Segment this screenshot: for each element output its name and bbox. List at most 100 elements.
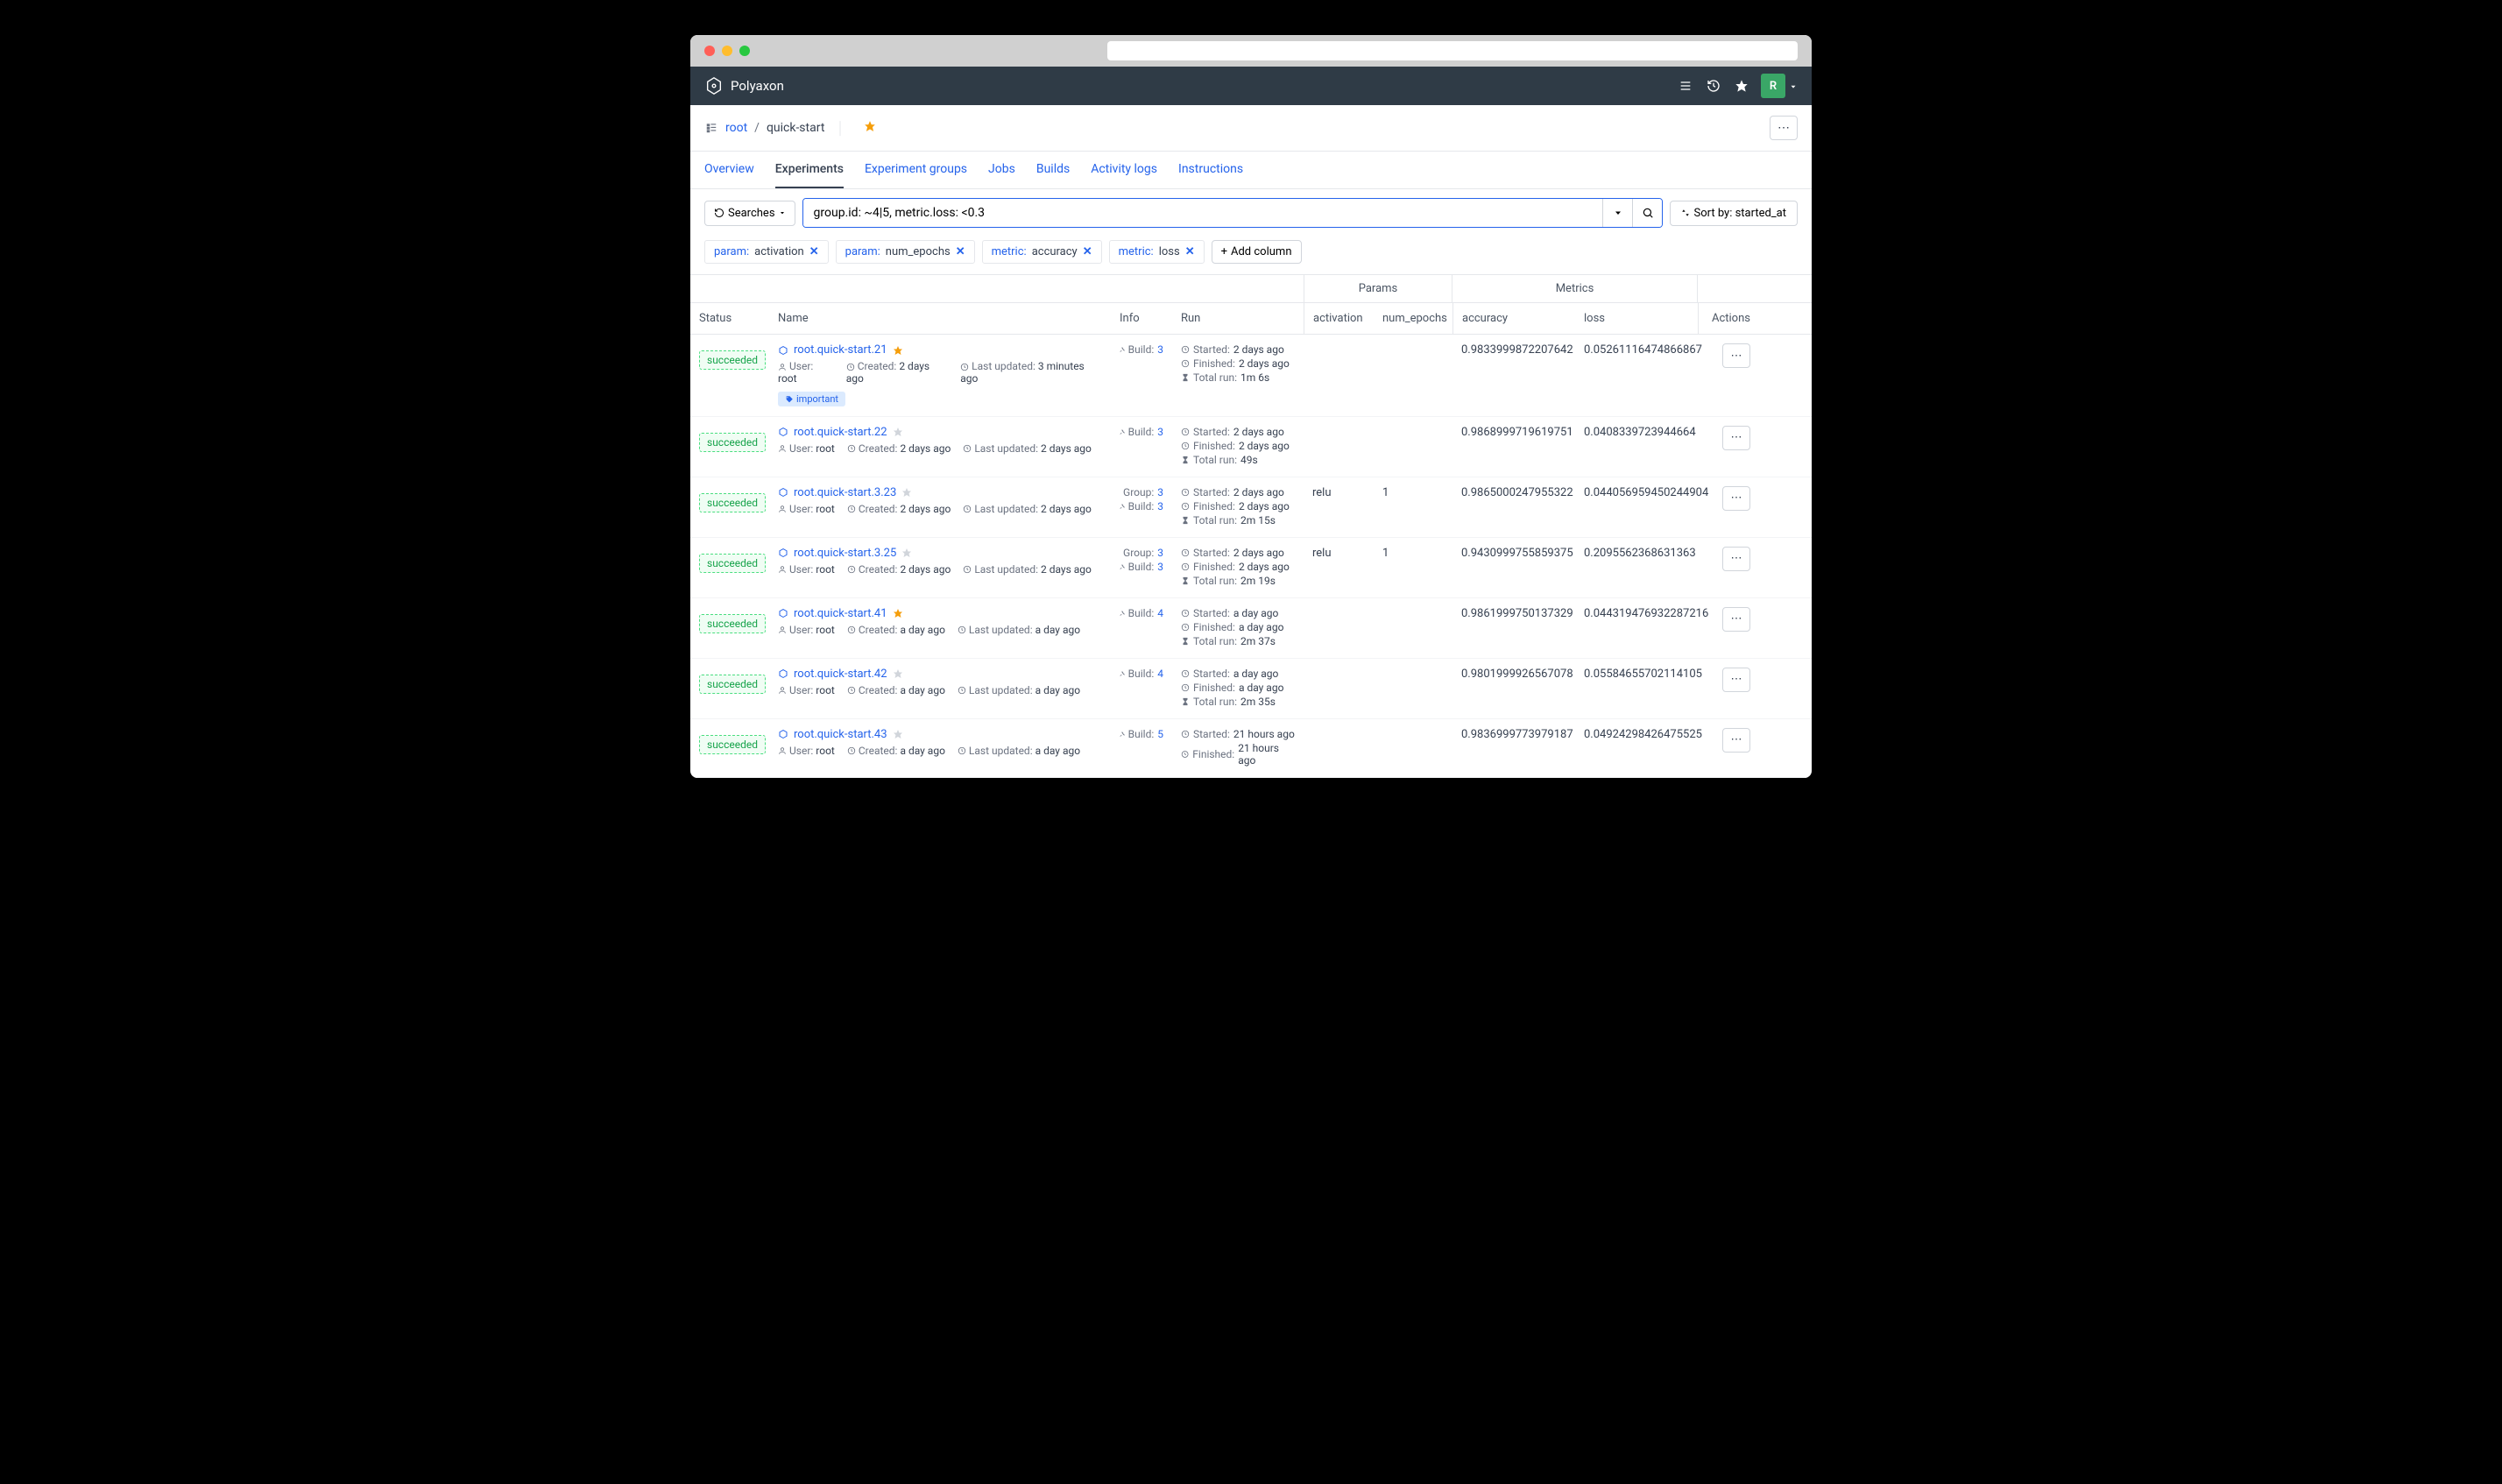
filter-remove-icon[interactable]: ✕ [809, 245, 819, 258]
star-icon[interactable] [901, 547, 912, 560]
col-run: Run [1172, 303, 1304, 334]
build-link[interactable]: 4 [1157, 668, 1163, 680]
filter-chips: param: activation ✕param: num_epochs ✕me… [690, 237, 1812, 274]
url-bar[interactable] [1107, 41, 1798, 60]
tab-experiment-groups[interactable]: Experiment groups [865, 152, 967, 188]
tab-activity-logs[interactable]: Activity logs [1091, 152, 1157, 188]
list-icon[interactable] [1672, 72, 1700, 100]
star-icon[interactable] [893, 607, 903, 620]
star-icon[interactable] [893, 668, 903, 681]
filter-key: param: [714, 245, 749, 258]
num-epochs-value [1374, 417, 1452, 435]
row-more-button[interactable]: ⋯ [1722, 486, 1750, 511]
total-run-value: 49s [1240, 454, 1258, 466]
search-submit-button[interactable] [1632, 199, 1662, 227]
loss-value: 0.04924298426475525 [1575, 719, 1698, 750]
plus-icon: + [1221, 245, 1227, 258]
window-close-button[interactable] [704, 46, 715, 56]
search-dropdown-toggle[interactable] [1602, 199, 1632, 227]
finished-value: 21 hours ago [1238, 742, 1295, 767]
app-name: Polyaxon [731, 78, 784, 94]
col-loss: loss [1575, 303, 1698, 334]
breadcrumb-root[interactable]: root [725, 121, 747, 135]
experiment-link[interactable]: root.quick-start.3.25 [794, 547, 896, 560]
window-maximize-button[interactable] [739, 46, 750, 56]
build-link[interactable]: 3 [1157, 561, 1163, 573]
updated-value: a day ago [1035, 624, 1080, 636]
filter-value: loss [1159, 245, 1180, 258]
experiment-link[interactable]: root.quick-start.21 [794, 343, 887, 357]
status-badge: succeeded [699, 493, 766, 512]
total-run-value: 2m 35s [1240, 696, 1276, 708]
filter-remove-icon[interactable]: ✕ [956, 245, 965, 258]
build-link[interactable]: 5 [1157, 728, 1163, 740]
searches-dropdown[interactable]: Searches [704, 201, 795, 226]
history-icon[interactable] [1700, 72, 1728, 100]
user-menu-chevron[interactable] [1789, 78, 1798, 95]
col-status: Status [690, 303, 769, 334]
build-label: Build: [1128, 343, 1155, 356]
tabs: Overview Experiments Experiment groups Jobs… [690, 152, 1812, 189]
activation-value [1304, 417, 1374, 435]
build-link[interactable]: 3 [1157, 343, 1163, 356]
tab-jobs[interactable]: Jobs [988, 152, 1015, 188]
status-badge: succeeded [699, 554, 766, 573]
filter-remove-icon[interactable]: ✕ [1083, 245, 1092, 258]
star-icon[interactable] [893, 426, 903, 439]
loss-value: 0.05261116474866867 [1575, 335, 1698, 365]
row-more-button[interactable]: ⋯ [1722, 668, 1750, 692]
build-link[interactable]: 3 [1157, 426, 1163, 438]
table-row: succeeded root.quick-start.22 User: root… [690, 417, 1812, 477]
experiments-table: Params Metrics Status Name Info Run acti… [690, 274, 1812, 778]
row-more-button[interactable]: ⋯ [1722, 547, 1750, 571]
total-run-value: 2m 37s [1240, 635, 1276, 647]
tab-instructions[interactable]: Instructions [1178, 152, 1243, 188]
tab-overview[interactable]: Overview [704, 152, 754, 188]
updated-value: 2 days ago [1041, 563, 1092, 576]
search-icon [1642, 207, 1654, 219]
filter-remove-icon[interactable]: ✕ [1185, 245, 1195, 258]
cube-icon [778, 668, 788, 681]
tab-experiments[interactable]: Experiments [775, 152, 844, 188]
row-more-button[interactable]: ⋯ [1722, 607, 1750, 632]
row-more-button[interactable]: ⋯ [1722, 728, 1750, 753]
tag-important[interactable]: important [778, 392, 845, 406]
status-badge: succeeded [699, 735, 766, 754]
table-row: succeeded root.quick-start.41 User: root… [690, 598, 1812, 659]
experiment-link[interactable]: root.quick-start.41 [794, 607, 887, 620]
search-input[interactable] [803, 199, 1603, 227]
add-column-button[interactable]: +Add column [1212, 240, 1302, 264]
app-logo[interactable]: Polyaxon [704, 76, 784, 95]
experiment-link[interactable]: root.quick-start.43 [794, 728, 887, 741]
finished-value: 2 days ago [1239, 561, 1290, 573]
star-icon[interactable] [893, 728, 903, 741]
window-minimize-button[interactable] [722, 46, 732, 56]
build-link[interactable]: 3 [1157, 500, 1163, 512]
tab-builds[interactable]: Builds [1036, 152, 1070, 188]
experiment-link[interactable]: root.quick-start.3.23 [794, 486, 896, 499]
experiment-link[interactable]: root.quick-start.22 [794, 426, 887, 439]
star-icon[interactable] [901, 486, 912, 499]
project-star-icon[interactable] [864, 120, 876, 136]
breadcrumb-separator: / [754, 121, 760, 135]
group-link[interactable]: 3 [1157, 547, 1163, 559]
project-more-button[interactable]: ⋯ [1770, 116, 1798, 140]
activation-value [1304, 335, 1374, 352]
col-name: Name [769, 303, 1111, 334]
star-icon[interactable] [893, 343, 903, 357]
accuracy-value: 0.9861999750137329 [1452, 598, 1575, 629]
experiment-link[interactable]: root.quick-start.42 [794, 668, 887, 681]
row-more-button[interactable]: ⋯ [1722, 343, 1750, 368]
star-icon[interactable] [1728, 72, 1756, 100]
row-more-button[interactable]: ⋯ [1722, 426, 1750, 450]
group-link[interactable]: 3 [1157, 486, 1163, 498]
build-link[interactable]: 4 [1157, 607, 1163, 619]
sort-button[interactable]: Sort by: started_at [1670, 201, 1798, 226]
user-avatar[interactable]: R [1761, 74, 1785, 98]
column-header: Status Name Info Run activation num_epoc… [690, 303, 1812, 335]
user-value: root [778, 372, 797, 385]
col-group-metrics: Metrics [1452, 275, 1698, 302]
accuracy-value: 0.9865000247955322 [1452, 477, 1575, 508]
num-epochs-value: 1 [1374, 538, 1452, 569]
search-container [802, 198, 1664, 228]
